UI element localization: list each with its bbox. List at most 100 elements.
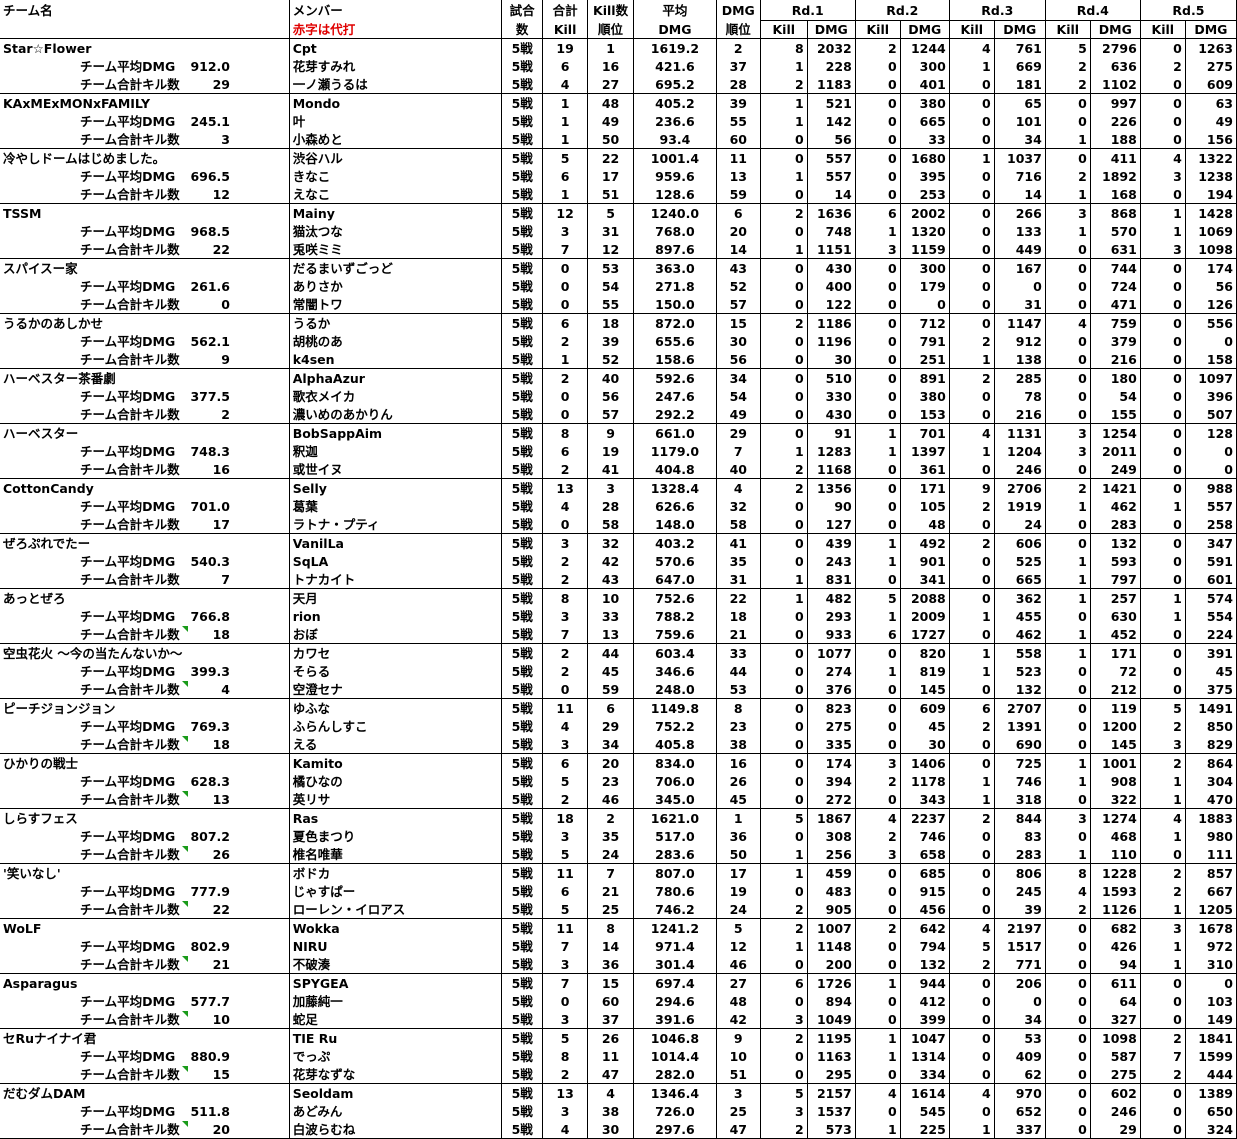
- round-3-dmg-cell: 844: [994, 808, 1046, 827]
- matches-header-2: 数: [501, 20, 544, 39]
- round-3-kill-cell: 0: [949, 1065, 995, 1084]
- round-3-dmg-cell: 725: [994, 753, 1046, 772]
- team-total-kills: チーム合計キル数 7: [0, 570, 290, 589]
- round-4-kill-cell: 0: [1045, 240, 1091, 259]
- round-5-kill-cell: 0: [1140, 643, 1186, 662]
- round-5-kill-cell: 0: [1140, 1102, 1186, 1120]
- round-3-dmg-cell: 449: [994, 240, 1046, 259]
- round-3-header: Rd.3: [949, 0, 1046, 21]
- team-avg-dmg: チーム平均DMG 912.0: [0, 57, 290, 75]
- avg-dmg-cell: 959.6: [633, 167, 717, 185]
- round-2-dmg-cell: 2237: [900, 808, 950, 827]
- round-4-dmg-cell: 1098: [1090, 1028, 1141, 1047]
- round-5-dmg-cell: 194: [1185, 185, 1237, 204]
- round-5-kill-cell: 1: [1140, 497, 1186, 515]
- round-1-dmg-cell: 510: [807, 368, 856, 387]
- total-kill-cell: 13: [542, 1083, 589, 1102]
- matches-cell: 5戦: [501, 533, 544, 552]
- matches-cell: 5戦: [501, 790, 544, 809]
- matches-cell: 5戦: [501, 735, 544, 754]
- avg-dmg-cell: 592.6: [633, 368, 717, 387]
- round-4-kill-cell: 1: [1045, 753, 1091, 772]
- total-kill-header-2: Kill: [542, 20, 589, 39]
- round-5-dmg-cell: 156: [1185, 130, 1237, 149]
- round-4-dmg-cell: 1274: [1090, 808, 1141, 827]
- table-row: TSSM Mainy 5戦 12 5 1240.0 6 2 1636 6 2002 0 266 3 868 1…: [0, 203, 1237, 222]
- round-3-kill-cell: 0: [949, 827, 995, 845]
- round-1-kill-cell: 3: [760, 1102, 808, 1120]
- total-kill-cell: 8: [542, 423, 589, 442]
- total-kill-cell: 7: [542, 625, 589, 644]
- round-1-kill-cell: 0: [760, 332, 808, 350]
- round-4-dmg-cell: 1228: [1090, 863, 1141, 882]
- member-name: でっぷ: [289, 1047, 503, 1065]
- total-kill-cell: 1: [542, 130, 589, 149]
- matches-cell: 5戦: [501, 148, 544, 167]
- round-4-kill-cell: 5: [1045, 38, 1091, 57]
- member-name: 花芽すみれ: [289, 57, 503, 75]
- member-name: ボドカ: [289, 863, 503, 882]
- round-3-dmg-cell: 34: [994, 130, 1046, 149]
- table-row: チーム合計キル数 20 白波らむね 5戦 4 30 297.6 47 2 573 1 225 1 337 0…: [0, 1120, 1237, 1139]
- dmg-rank-cell: 15: [716, 313, 761, 332]
- member-name: ラトナ・プティ: [289, 515, 503, 534]
- round-4-dmg-cell: 908: [1090, 772, 1141, 790]
- total-kill-cell: 2: [542, 332, 589, 350]
- total-kill-cell: 5: [542, 845, 589, 864]
- team-name: 空虫花火 ～今の当たんないか～: [0, 643, 290, 662]
- matches-cell: 5戦: [501, 57, 544, 75]
- round-4-dmg-cell: 411: [1090, 148, 1141, 167]
- matches-cell: 5戦: [501, 240, 544, 259]
- table-header: チーム名 メンバー 試合 合計 Kill数 平均 DMG Rd.1 Rd.2 R…: [0, 0, 1237, 39]
- matches-cell: 5戦: [501, 478, 544, 497]
- round-3-kill-cell: 0: [949, 552, 995, 570]
- round-5-kill-cell: 0: [1140, 387, 1186, 405]
- round-1-kill-cell: 1: [760, 240, 808, 259]
- round-4-kill-cell: 0: [1045, 992, 1091, 1010]
- total-kill-cell: 19: [542, 38, 589, 57]
- table-body: Star☆Flower Cpt 5戦 19 1 1619.2 2 8 2032 2 1244 4 761…: [0, 38, 1237, 1139]
- round-4-dmg-cell: 327: [1090, 1010, 1141, 1029]
- kill-rank-cell: 19: [587, 442, 635, 460]
- round-5-kill-cell: 0: [1140, 680, 1186, 699]
- avg-dmg-cell: 345.0: [633, 790, 717, 809]
- round-5-kill-cell: 0: [1140, 662, 1186, 680]
- round-3-dmg-cell: 24: [994, 515, 1046, 534]
- round-1-dmg-cell: 1283: [807, 442, 856, 460]
- round-1-dmg-cell: 274: [807, 662, 856, 680]
- round-2-dmg-cell: 701: [900, 423, 950, 442]
- round-5-kill-cell: 0: [1140, 515, 1186, 534]
- matches-cell: 5戦: [501, 313, 544, 332]
- table-row: チーム合計キル数 9 k4sen 5戦 1 52 158.6 56 0 30 0 251 1 138 0 21…: [0, 350, 1237, 369]
- round-3-dmg-cell: 318: [994, 790, 1046, 809]
- round-3-dmg-cell: 62: [994, 1065, 1046, 1084]
- round-2-dmg-cell: 1727: [900, 625, 950, 644]
- round-4-kill-cell: 3: [1045, 442, 1091, 460]
- table-row: Star☆Flower Cpt 5戦 19 1 1619.2 2 8 2032 2 1244 4 761…: [0, 38, 1237, 57]
- team-total-kills: チーム合計キル数 29: [0, 75, 290, 94]
- team-avg-dmg: チーム平均DMG 802.9: [0, 937, 290, 955]
- member-name: 濃いめのあかりん: [289, 405, 503, 424]
- round-5-kill-cell: 3: [1140, 240, 1186, 259]
- total-kill-cell: 4: [542, 75, 589, 94]
- round-4-kill-cell: 0: [1045, 827, 1091, 845]
- team-name: WoLF: [0, 918, 290, 937]
- member-name: 葛葉: [289, 497, 503, 515]
- round-1-dmg-cell: 1537: [807, 1102, 856, 1120]
- team-total-kills: チーム合計キル数 17: [0, 515, 290, 534]
- round-2-kill-cell: 6: [855, 625, 901, 644]
- round-5-dmg-cell: 1097: [1185, 368, 1237, 387]
- round-4-dmg-cell: 468: [1090, 827, 1141, 845]
- round-3-dmg-cell: 771: [994, 955, 1046, 974]
- round-2-dmg-cell: 33: [900, 130, 950, 149]
- team-name: '笑いなし': [0, 863, 290, 882]
- avg-dmg-cell: 768.0: [633, 222, 717, 240]
- total-kill-cell: 2: [542, 552, 589, 570]
- kill-rank-cell: 16: [587, 57, 635, 75]
- avg-dmg-cell: 697.4: [633, 973, 717, 992]
- round-3-kill-cell: 4: [949, 1083, 995, 1102]
- round-4-dmg-cell: 72: [1090, 662, 1141, 680]
- round-5-kill-cell: 0: [1140, 93, 1186, 112]
- round-2-kill-cell: 0: [855, 937, 901, 955]
- member-name: 歌衣メイカ: [289, 387, 503, 405]
